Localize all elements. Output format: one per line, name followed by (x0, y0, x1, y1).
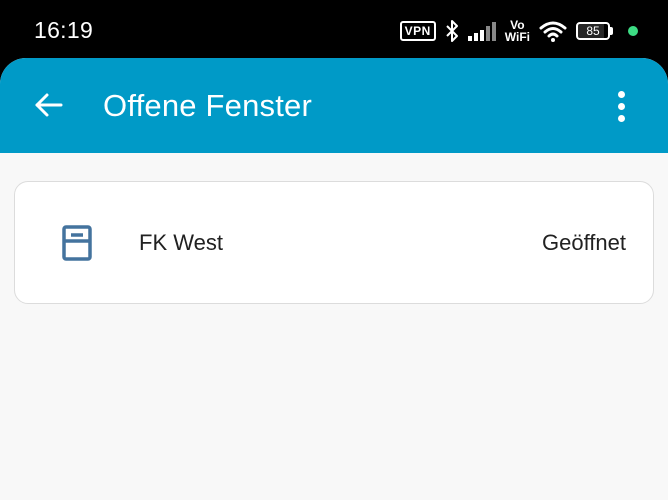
back-button[interactable] (28, 85, 68, 125)
more-vert-icon (617, 90, 625, 98)
wifi-icon (539, 21, 567, 42)
more-options-button[interactable] (602, 85, 640, 127)
entity-name: FK West (139, 230, 223, 255)
vpn-icon: VPN (399, 21, 436, 41)
privacy-indicator-dot (628, 26, 638, 36)
status-time: 16:19 (34, 17, 94, 43)
bluetooth-icon (446, 20, 458, 42)
entity-row-card[interactable]: FK West Geöffnet (14, 181, 654, 304)
signal-icon (467, 22, 496, 41)
window-icon (62, 225, 92, 261)
page-title: Offene Fenster (103, 88, 313, 123)
app-bar: Offene Fenster (0, 58, 668, 153)
app-screen: Offene Fenster FK West Geöffnet (0, 58, 668, 500)
battery-level: 85 (586, 24, 600, 38)
status-icons: VPN Vo WiFi 85 (399, 17, 638, 45)
entity-state: Geöffnet (542, 230, 626, 255)
status-bar: 16:19 VPN Vo WiFi 85 (0, 0, 668, 60)
arrow-left-icon (35, 93, 63, 117)
vowifi-icon: Vo WiFi (505, 19, 530, 43)
vowifi-bottom-label: WiFi (504, 30, 530, 44)
battery-icon: 85 (576, 22, 613, 40)
